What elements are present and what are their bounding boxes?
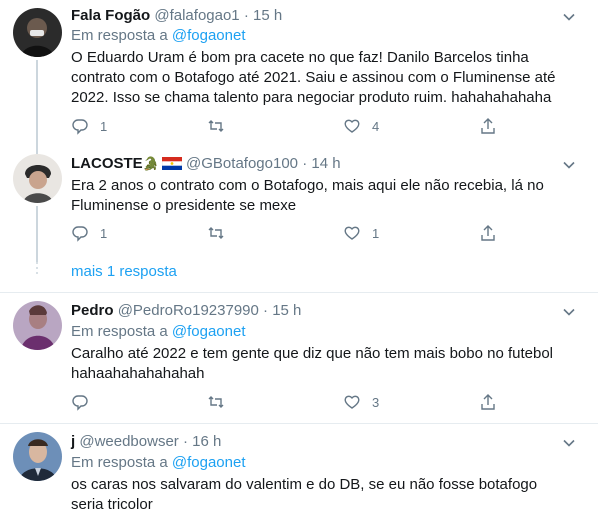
reply-icon	[72, 395, 88, 411]
share-button[interactable]	[479, 391, 497, 413]
display-name-text: LACOSTE	[71, 155, 143, 172]
share-icon	[481, 394, 495, 410]
heart-icon	[344, 395, 360, 409]
reply-icon	[72, 226, 88, 242]
reply-context: Em resposta a @fogaonet	[71, 26, 246, 46]
reply-count: 1	[100, 118, 108, 134]
tweet-header: Pedro @PedroRo19237990 · 15 h	[71, 301, 301, 321]
reply-prefix: Em resposta a	[71, 454, 168, 471]
reply-button[interactable]	[71, 391, 100, 413]
timestamp[interactable]: 15 h	[272, 302, 301, 319]
tweet-text: Era 2 anos o contrato com o Botafogo, ma…	[71, 177, 544, 214]
reply-icon	[72, 119, 88, 135]
user-handle[interactable]: @GBotafogo100	[186, 155, 298, 172]
crocodile-emoji: 🐊	[142, 156, 159, 171]
tweet-fala-fogao[interactable]: Fala Fogão @falafogao1 · 15 h Em respost…	[0, 0, 598, 146]
timestamp[interactable]: 14 h	[311, 155, 340, 172]
separator-dot: ·	[302, 155, 308, 172]
share-icon	[481, 225, 495, 241]
tweet-actions: 1 1	[71, 222, 501, 244]
tweet-text: O Eduardo Uram é bom pra cacete no que f…	[71, 49, 556, 106]
like-count: 1	[372, 225, 380, 241]
retweet-icon	[208, 227, 224, 239]
tweet-text: os caras nos salvaram do valentim e do D…	[71, 476, 538, 513]
reply-context: Em resposta a @fogaonet	[71, 453, 246, 473]
like-button[interactable]: 1	[343, 222, 379, 244]
like-button[interactable]: 4	[343, 115, 379, 137]
share-button[interactable]	[479, 115, 497, 137]
chevron-down-icon[interactable]	[560, 8, 578, 26]
reply-prefix: Em resposta a	[71, 323, 168, 340]
tweet-actions: 3	[71, 391, 501, 413]
avatar[interactable]	[13, 8, 62, 57]
chevron-down-icon[interactable]	[560, 303, 578, 321]
avatar[interactable]	[13, 301, 62, 350]
avatar[interactable]	[13, 154, 62, 203]
tweet-lacoste[interactable]: LACOSTE🐊 @GBotafogo100 · 14 h Era 2 anos…	[0, 146, 598, 292]
share-button[interactable]	[479, 222, 497, 244]
display-name[interactable]: Fala Fogão	[71, 7, 150, 24]
chevron-down-icon[interactable]	[560, 434, 578, 452]
reply-button[interactable]: 1	[71, 115, 107, 137]
reply-mention-link[interactable]: @fogaonet	[172, 27, 246, 44]
display-name[interactable]: Pedro	[71, 302, 114, 319]
user-handle[interactable]: @falafogao1	[154, 7, 239, 24]
retweet-button[interactable]	[207, 391, 236, 413]
separator-dot: ·	[263, 302, 269, 319]
retweet-icon	[208, 120, 224, 132]
display-name[interactable]: j	[71, 433, 75, 450]
tweet-header: j @weedbowser · 16 h	[71, 432, 221, 452]
tweet-text: Caralho até 2022 e tem gente que diz que…	[71, 345, 553, 382]
reply-mention-link[interactable]: @fogaonet	[172, 454, 246, 471]
paraguay-flag-icon	[161, 156, 182, 170]
show-more-replies-link[interactable]: mais 1 resposta	[71, 262, 177, 282]
reply-context: Em resposta a @fogaonet	[71, 322, 246, 342]
like-count: 4	[372, 118, 380, 134]
thread-dots	[35, 262, 39, 277]
like-button[interactable]: 3	[343, 391, 379, 413]
timestamp[interactable]: 15 h	[253, 7, 282, 24]
user-handle[interactable]: @weedbowser	[79, 433, 178, 450]
retweet-icon	[208, 396, 224, 408]
user-handle[interactable]: @PedroRo19237990	[118, 302, 259, 319]
separator-dot: ·	[243, 7, 249, 24]
tweet-actions: 1 4	[71, 115, 501, 137]
display-name[interactable]: LACOSTE🐊	[71, 155, 182, 172]
tweet-header: LACOSTE🐊 @GBotafogo100 · 14 h	[71, 154, 341, 174]
share-icon	[481, 118, 495, 134]
thread-line	[36, 146, 38, 154]
heart-icon	[344, 119, 360, 133]
reply-mention-link[interactable]: @fogaonet	[172, 323, 246, 340]
tweet-pedro[interactable]: Pedro @PedroRo19237990 · 15 h Em respost…	[0, 293, 598, 423]
thread-line	[36, 60, 38, 146]
chevron-down-icon[interactable]	[560, 156, 578, 174]
retweet-button[interactable]	[207, 115, 236, 137]
retweet-button[interactable]	[207, 222, 236, 244]
timestamp[interactable]: 16 h	[192, 433, 221, 450]
reply-prefix: Em resposta a	[71, 27, 168, 44]
thread-line	[36, 206, 38, 262]
reply-count: 1	[100, 225, 108, 241]
like-count: 3	[372, 394, 380, 410]
reply-button[interactable]: 1	[71, 222, 107, 244]
separator-dot: ·	[182, 433, 188, 450]
avatar[interactable]	[13, 432, 62, 481]
tweet-header: Fala Fogão @falafogao1 · 15 h	[71, 6, 282, 26]
heart-icon	[344, 226, 360, 240]
tweet-j[interactable]: j @weedbowser · 16 h Em resposta a @foga…	[0, 424, 598, 518]
